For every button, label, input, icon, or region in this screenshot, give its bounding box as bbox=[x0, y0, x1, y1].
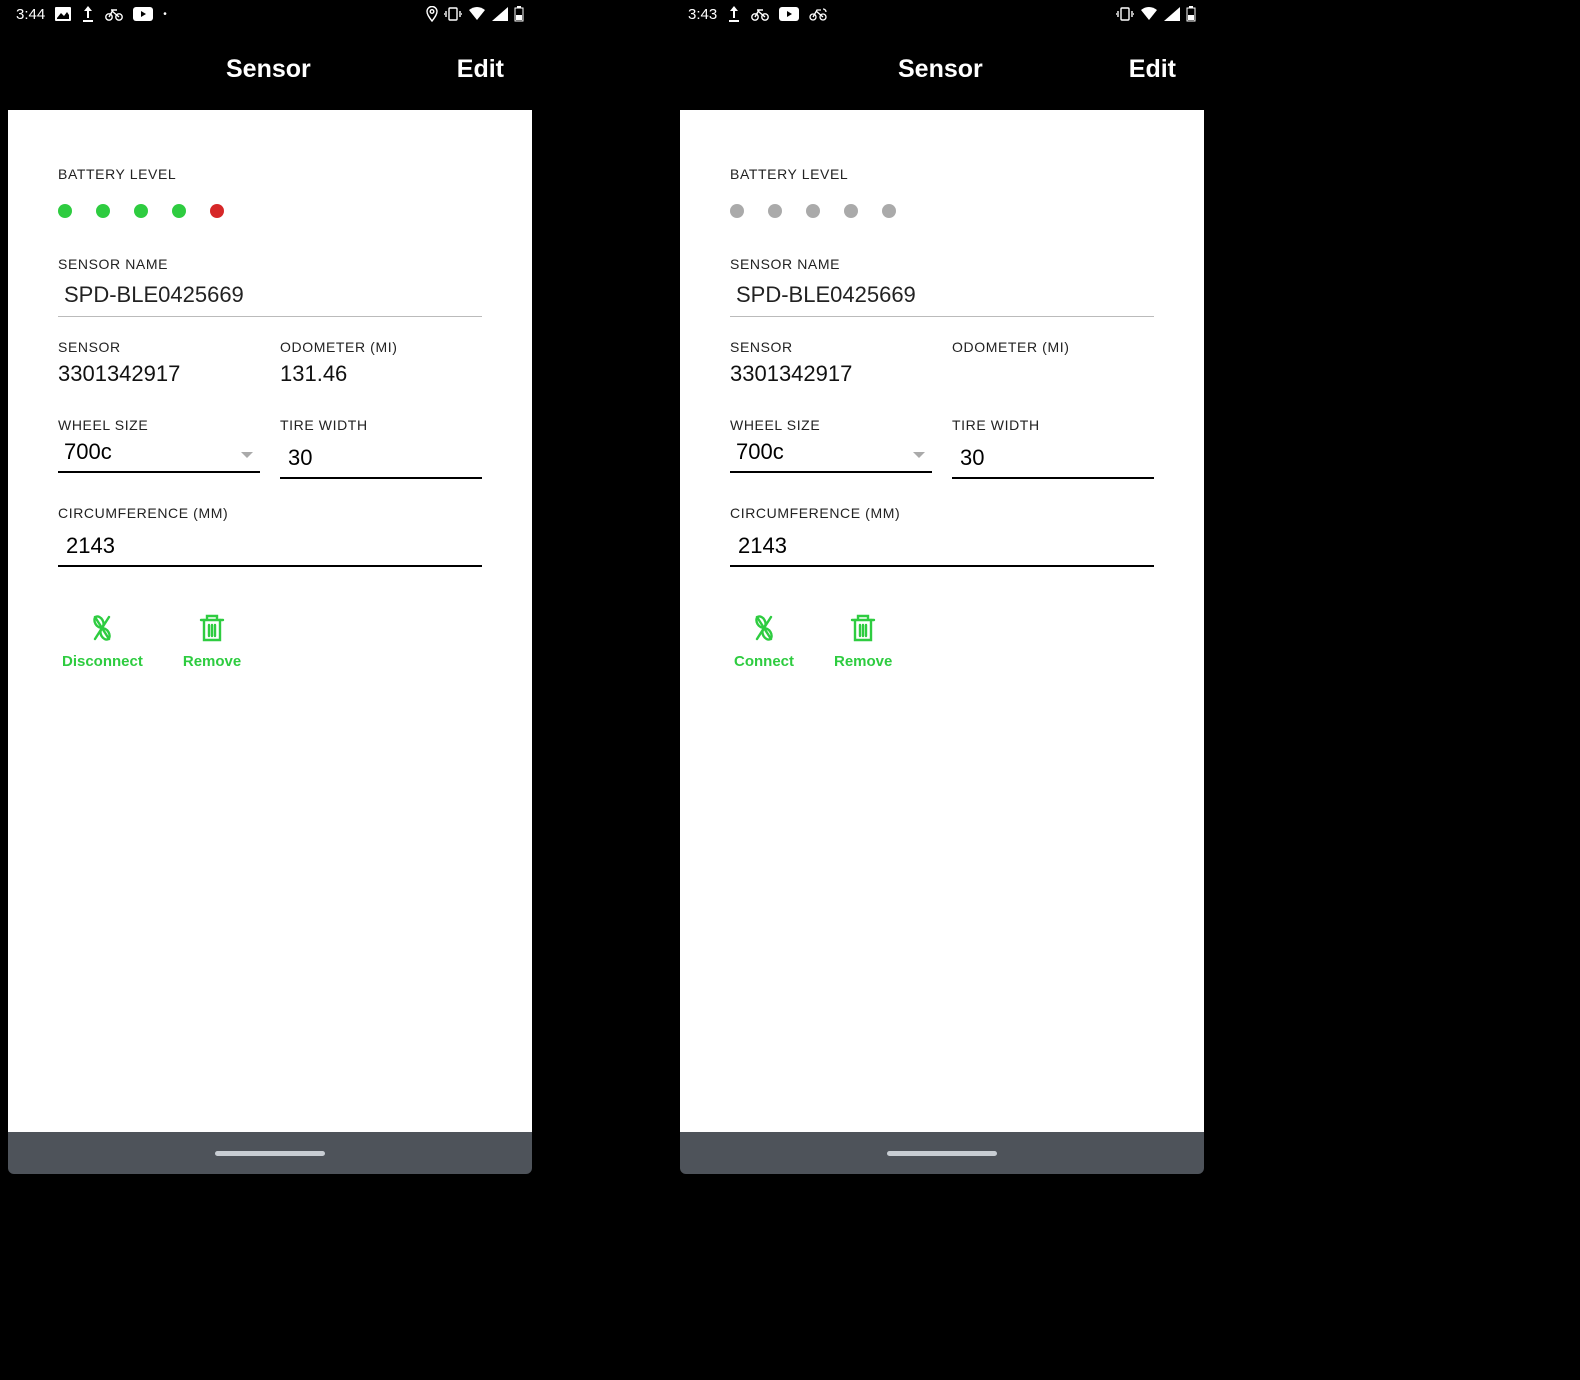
bike-alt-icon bbox=[809, 6, 827, 22]
action-label: Disconnect bbox=[62, 653, 143, 670]
status-time: 3:44 bbox=[16, 6, 45, 23]
status-bar: 3:43 bbox=[680, 0, 1204, 28]
vibrate-icon bbox=[1116, 7, 1134, 21]
sensor-name-input[interactable] bbox=[58, 272, 482, 317]
trash-icon bbox=[195, 611, 229, 645]
battery-dot bbox=[882, 204, 896, 218]
phone-screen-right: 3:43 Sensor Edit BATTERY LEVEL SENSOR NA… bbox=[680, 0, 1204, 1174]
navigation-bar[interactable] bbox=[680, 1132, 1204, 1174]
battery-dot bbox=[96, 204, 110, 218]
battery-level-label: BATTERY LEVEL bbox=[730, 166, 1154, 182]
wheel-size-select[interactable]: 700c bbox=[730, 439, 932, 473]
upload-icon bbox=[81, 6, 95, 22]
sensor-id-label: SENSOR bbox=[58, 339, 260, 355]
sensor-name-label: SENSOR NAME bbox=[58, 256, 482, 272]
battery-icon bbox=[1186, 6, 1196, 22]
wifi-icon bbox=[468, 7, 486, 21]
location-icon bbox=[426, 6, 438, 22]
signal-icon bbox=[1164, 7, 1180, 21]
tire-width-input[interactable] bbox=[280, 439, 482, 479]
nav-pill bbox=[215, 1151, 325, 1156]
content-area: BATTERY LEVEL SENSOR NAME SENSOR 3301342… bbox=[680, 110, 1204, 1132]
bike-icon bbox=[105, 7, 123, 21]
signal-icon bbox=[492, 7, 508, 21]
tire-width-label: TIRE WIDTH bbox=[280, 417, 482, 433]
circumference-input[interactable] bbox=[730, 527, 1154, 567]
phone-screen-left: 3:44 • Sensor Edit BATTERY LEVEL bbox=[8, 0, 532, 1174]
connect-icon bbox=[747, 611, 781, 645]
battery-dot bbox=[730, 204, 744, 218]
battery-dot bbox=[768, 204, 782, 218]
circumference-input[interactable] bbox=[58, 527, 482, 567]
action-label: Remove bbox=[834, 653, 892, 670]
image-icon bbox=[55, 7, 71, 21]
remove-button[interactable]: Remove bbox=[183, 611, 241, 670]
wheel-size-select[interactable]: 700c bbox=[58, 439, 260, 473]
app-bar: Sensor Edit bbox=[8, 28, 532, 110]
battery-level-indicator bbox=[58, 204, 482, 218]
youtube-icon bbox=[133, 7, 153, 21]
wheel-size-value: 700c bbox=[730, 439, 932, 465]
connect-button[interactable]: Connect bbox=[734, 611, 794, 670]
dot-icon: • bbox=[163, 9, 167, 20]
sensor-id-value: 3301342917 bbox=[730, 361, 932, 387]
battery-level-indicator bbox=[730, 204, 1154, 218]
sensor-id-label: SENSOR bbox=[730, 339, 932, 355]
action-label: Connect bbox=[734, 653, 794, 670]
status-bar: 3:44 • bbox=[8, 0, 532, 28]
battery-dot bbox=[58, 204, 72, 218]
action-label: Remove bbox=[183, 653, 241, 670]
bike-icon bbox=[751, 7, 769, 21]
page-title: Sensor bbox=[226, 55, 311, 84]
battery-dot bbox=[210, 204, 224, 218]
odometer-value: 131.46 bbox=[280, 361, 482, 387]
battery-dot bbox=[134, 204, 148, 218]
circumference-label: CIRCUMFERENCE (MM) bbox=[58, 505, 482, 521]
wheel-size-value: 700c bbox=[58, 439, 260, 465]
trash-icon bbox=[846, 611, 880, 645]
odometer-label: ODOMETER (MI) bbox=[280, 339, 482, 355]
chevron-down-icon bbox=[240, 447, 254, 465]
circumference-label: CIRCUMFERENCE (MM) bbox=[730, 505, 1154, 521]
battery-dot bbox=[844, 204, 858, 218]
navigation-bar[interactable] bbox=[8, 1132, 532, 1174]
remove-button[interactable]: Remove bbox=[834, 611, 892, 670]
battery-icon bbox=[514, 6, 524, 22]
sensor-id-value: 3301342917 bbox=[58, 361, 260, 387]
battery-dot bbox=[806, 204, 820, 218]
tire-width-input[interactable] bbox=[952, 439, 1154, 479]
sensor-name-input[interactable] bbox=[730, 272, 1154, 317]
tire-width-label: TIRE WIDTH bbox=[952, 417, 1154, 433]
sensor-name-label: SENSOR NAME bbox=[730, 256, 1154, 272]
wifi-icon bbox=[1140, 7, 1158, 21]
vibrate-icon bbox=[444, 7, 462, 21]
disconnect-button[interactable]: Disconnect bbox=[62, 611, 143, 670]
wheel-size-label: WHEEL SIZE bbox=[730, 417, 932, 433]
disconnect-icon bbox=[85, 611, 119, 645]
status-time: 3:43 bbox=[688, 6, 717, 23]
wheel-size-label: WHEEL SIZE bbox=[58, 417, 260, 433]
page-title: Sensor bbox=[898, 55, 983, 84]
nav-pill bbox=[887, 1151, 997, 1156]
battery-level-label: BATTERY LEVEL bbox=[58, 166, 482, 182]
edit-button[interactable]: Edit bbox=[457, 55, 504, 84]
upload-icon bbox=[727, 6, 741, 22]
content-area: BATTERY LEVEL SENSOR NAME SENSOR 3301342… bbox=[8, 110, 532, 1132]
app-bar: Sensor Edit bbox=[680, 28, 1204, 110]
odometer-label: ODOMETER (MI) bbox=[952, 339, 1154, 355]
battery-dot bbox=[172, 204, 186, 218]
youtube-icon bbox=[779, 7, 799, 21]
edit-button[interactable]: Edit bbox=[1129, 55, 1176, 84]
chevron-down-icon bbox=[912, 447, 926, 465]
